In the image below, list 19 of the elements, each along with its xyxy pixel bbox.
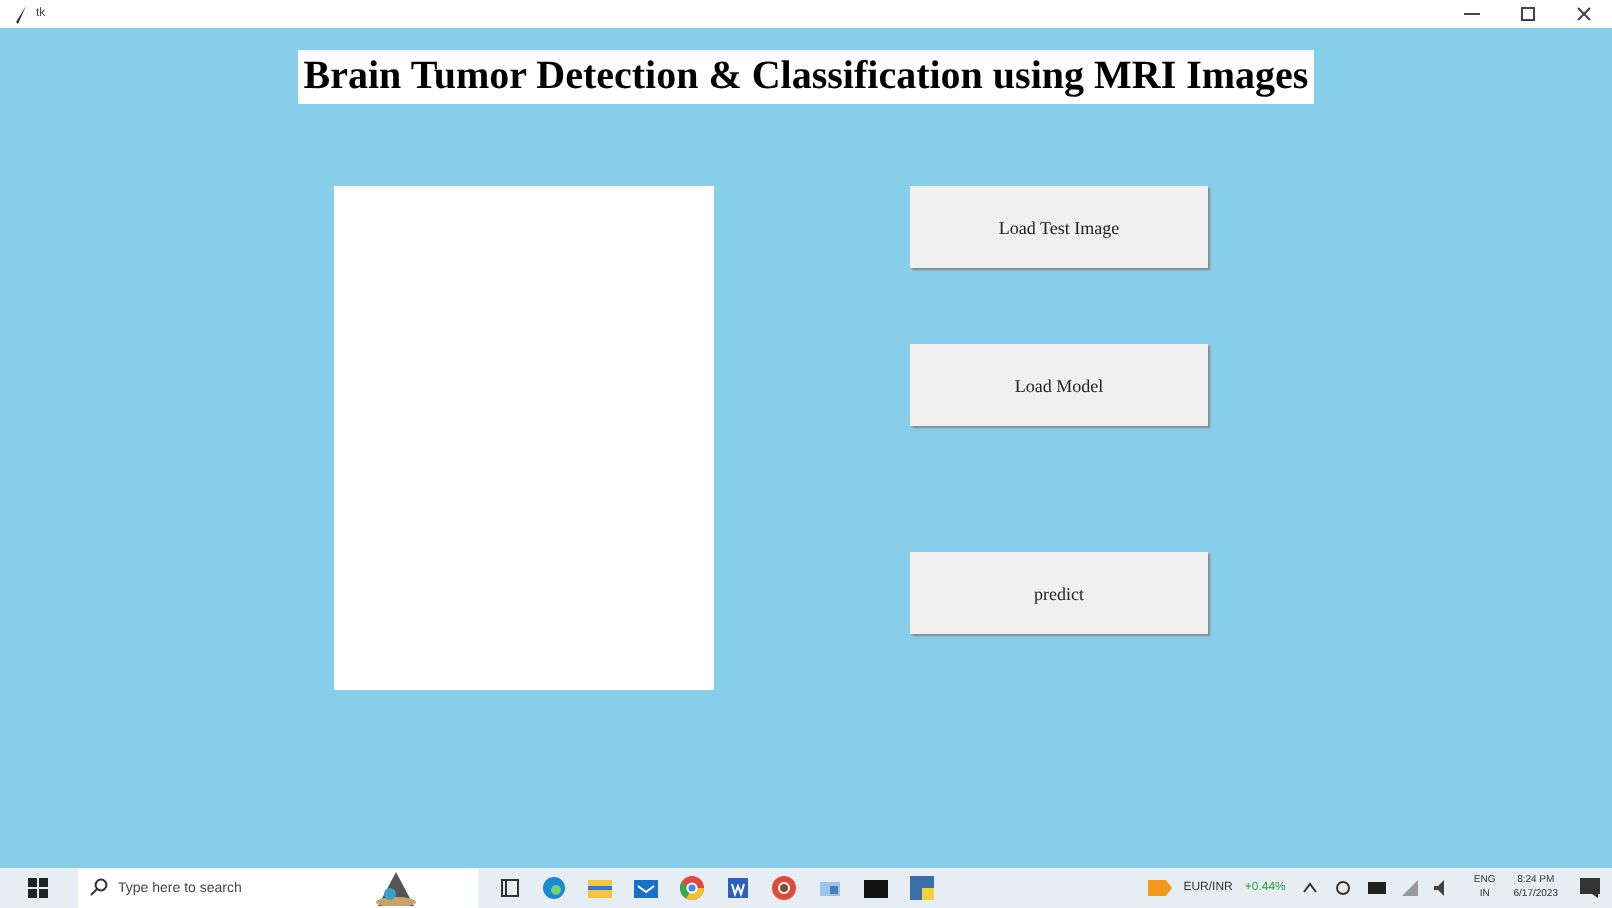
app-icon[interactable] — [818, 876, 842, 900]
action-button[interactable]: Load Test Image — [910, 186, 1208, 268]
action-button[interactable]: predict — [910, 552, 1208, 634]
folder-icon[interactable] — [588, 876, 612, 900]
app-heading: Brain Tumor Detection & Classification using MRI Images — [297, 50, 1315, 104]
landscape-icon — [374, 870, 418, 906]
action-button[interactable]: Load Model — [910, 344, 1208, 426]
start-icon[interactable] — [28, 878, 48, 898]
feather-icon — [16, 5, 28, 23]
mail-icon[interactable] — [634, 876, 658, 900]
notification-icon[interactable] — [1580, 878, 1600, 898]
word-icon[interactable] — [726, 876, 750, 900]
close-icon[interactable] — [1576, 6, 1592, 22]
maximize-icon[interactable] — [1520, 6, 1536, 22]
task-view-icon[interactable] — [500, 878, 520, 898]
terminal-icon[interactable] — [864, 876, 888, 900]
edge-icon[interactable] — [542, 876, 566, 900]
search-icon — [90, 878, 108, 896]
chevron-icon[interactable] — [1301, 882, 1318, 894]
